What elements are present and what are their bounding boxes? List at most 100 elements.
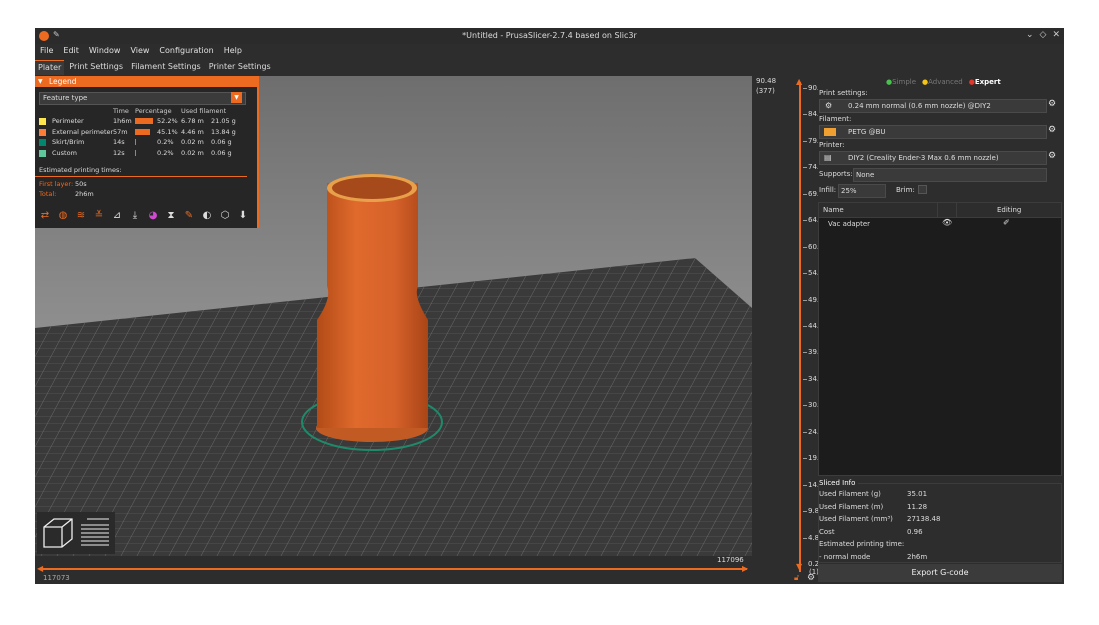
legend-percent-bar: [135, 118, 153, 124]
tab-print-settings[interactable]: Print Settings: [66, 60, 126, 75]
menu-help[interactable]: Help: [219, 44, 247, 58]
supports-label: Supports:: [819, 170, 853, 178]
tab-printer-settings[interactable]: Printer Settings: [206, 60, 274, 75]
est-times-title: Estimated printing times:: [39, 166, 122, 174]
mode-simple[interactable]: ●Simple: [886, 78, 916, 86]
total-label: Total:: [39, 190, 57, 198]
maximize-icon[interactable]: ◇: [1040, 30, 1047, 40]
sliced-info-panel: Sliced Info Used Filament (g) 35.01 Used F…: [818, 479, 1062, 563]
col-used-filament: Used filament: [181, 107, 227, 115]
minimize-icon[interactable]: ⌄: [1026, 30, 1034, 40]
tab-filament-settings[interactable]: Filament Settings: [128, 60, 204, 75]
menu-configuration[interactable]: Configuration: [154, 44, 218, 58]
print-settings-combo[interactable]: ⚙ 0.24 mm normal (0.6 mm nozzle) @DIY2: [819, 99, 1047, 113]
wipe-icon[interactable]: ◍: [57, 210, 69, 222]
preview-layers-icon[interactable]: [77, 515, 113, 551]
filament-edit-icon[interactable]: ⚙: [1048, 125, 1056, 135]
pause-prints-icon[interactable]: ⧗: [165, 210, 177, 222]
vslider-tick-mark: [803, 378, 807, 380]
custom-gcodes-icon[interactable]: ✎: [183, 210, 195, 222]
vslider-tick-mark: [803, 405, 807, 407]
vslider-tick-mark: [803, 273, 807, 275]
vslider-tick-mark: [803, 220, 807, 222]
vslider-tick-mark: [803, 140, 807, 142]
tab-plater[interactable]: Plater: [35, 60, 65, 75]
vslider-top-thumb[interactable]: ▲: [796, 77, 802, 86]
vslider-tick-mark: [803, 484, 807, 486]
legend-feature-time: 14s: [113, 138, 125, 146]
printer-edit-icon[interactable]: ⚙: [1048, 151, 1056, 161]
export-gcode-button[interactable]: Export G-code: [818, 564, 1062, 582]
sliced-info-value: 0.96: [907, 527, 923, 536]
chevron-down-icon[interactable]: ▼: [231, 92, 242, 103]
legend-panel: Legend Feature type ▼ Time Percentage Us…: [35, 76, 259, 228]
vslider-bottom-thumb[interactable]: ▼: [796, 562, 802, 571]
sliced-info-value: 11.28: [907, 502, 928, 511]
vslider-tick-mark: [803, 511, 807, 513]
horizontal-slider[interactable]: 117096 ◀ ▶ 117073: [35, 556, 752, 584]
filament-color-swatch[interactable]: [824, 128, 836, 136]
brim-checkbox[interactable]: [918, 185, 927, 194]
eye-icon[interactable]: 👁︎: [942, 218, 952, 227]
menu-edit[interactable]: Edit: [58, 44, 84, 58]
sliced-info-label: Used Filament (g): [819, 490, 881, 498]
travel-icon[interactable]: ⇄: [39, 210, 51, 222]
vslider-tick-mark: [803, 246, 807, 248]
supports-combo[interactable]: None: [853, 168, 1047, 182]
infill-combo[interactable]: 25%: [838, 184, 886, 198]
object-list[interactable]: Name Editing Vac adapter 👁︎ ✐: [818, 202, 1062, 476]
legend-feature-length: 0.02 m: [181, 138, 204, 146]
print-settings-edit-icon[interactable]: ⚙: [1048, 99, 1056, 109]
menu-view[interactable]: View: [125, 44, 154, 58]
mode-expert[interactable]: ●Expert: [969, 78, 1001, 86]
mode-advanced[interactable]: ●Advanced: [922, 78, 963, 86]
printer-combo[interactable]: ▤ DIY2 (Creality Ender-3 Max 0.6 mm nozz…: [819, 151, 1047, 165]
col-name: Name: [823, 206, 844, 214]
gear-icon[interactable]: ⚙: [807, 573, 815, 583]
brim-label: Brim:: [896, 186, 915, 194]
list-item[interactable]: Vac adapter 👁︎ ✐: [819, 218, 1061, 230]
sliced-info-label: - normal mode: [819, 552, 871, 561]
legend-feature-length: 6.78 m: [181, 117, 204, 125]
retractions-icon[interactable]: ≋: [75, 210, 87, 222]
object-name: Vac adapter: [828, 220, 871, 228]
vertical-slider[interactable]: 90.48 (377) ▲ ▼ 90.0084.9679.9274.8869.8…: [752, 76, 828, 584]
col-visibility: [937, 203, 957, 217]
legend-feature-percent: 0.2%: [157, 148, 174, 157]
legend-percent-bar: [135, 139, 136, 145]
legend-percent-bar: [135, 128, 151, 135]
deretractions-icon[interactable]: ≚: [93, 210, 105, 222]
edit-icon[interactable]: ✐: [1003, 218, 1010, 227]
menu-bar: File Edit Window View Configuration Help: [35, 44, 1064, 58]
menu-window[interactable]: Window: [84, 44, 126, 58]
hslider-right-thumb[interactable]: ▶: [742, 564, 748, 573]
color-changes-icon[interactable]: ◕: [147, 210, 159, 222]
col-editing: Editing: [997, 206, 1022, 214]
tool-marker-icon[interactable]: ⬇: [237, 210, 249, 222]
sliced-info-title: Sliced Info: [819, 479, 859, 487]
filament-combo[interactable]: PETG @BU: [819, 125, 1047, 139]
legend-color-swatch: [39, 118, 46, 125]
tool-changes-icon[interactable]: ⤓: [129, 210, 141, 222]
seams-icon[interactable]: ⊿: [111, 210, 123, 222]
legend-header[interactable]: Legend: [35, 76, 257, 87]
lock-icon[interactable]: 🔓︎: [794, 573, 799, 583]
feature-type-select[interactable]: Feature type: [39, 92, 246, 105]
center-of-gravity-icon[interactable]: ◐: [201, 210, 213, 222]
vac-adapter-model[interactable]: [316, 174, 428, 442]
hslider-track[interactable]: [41, 568, 747, 570]
shells-icon[interactable]: ⬡: [219, 210, 231, 222]
close-icon[interactable]: ✕: [1052, 30, 1060, 40]
vslider-track[interactable]: [799, 82, 801, 572]
legend-feature-name: Custom: [52, 148, 77, 157]
sliced-info-value: 2h6m: [907, 552, 928, 561]
legend-feature-weight: 21.05 g: [211, 117, 236, 125]
3d-scene[interactable]: Legend Feature type ▼ Time Percentage Us…: [35, 76, 752, 556]
menu-file[interactable]: File: [35, 44, 58, 58]
3d-view-icon[interactable]: [40, 515, 76, 551]
sliced-info-label: Used Filament (mm³): [819, 515, 893, 523]
legend-feature-time: 1h6m: [113, 117, 132, 125]
printer-label: Printer:: [819, 141, 845, 149]
hslider-left-thumb[interactable]: ◀: [37, 564, 43, 573]
legend-feature-name: Skirt/Brim: [52, 138, 85, 146]
